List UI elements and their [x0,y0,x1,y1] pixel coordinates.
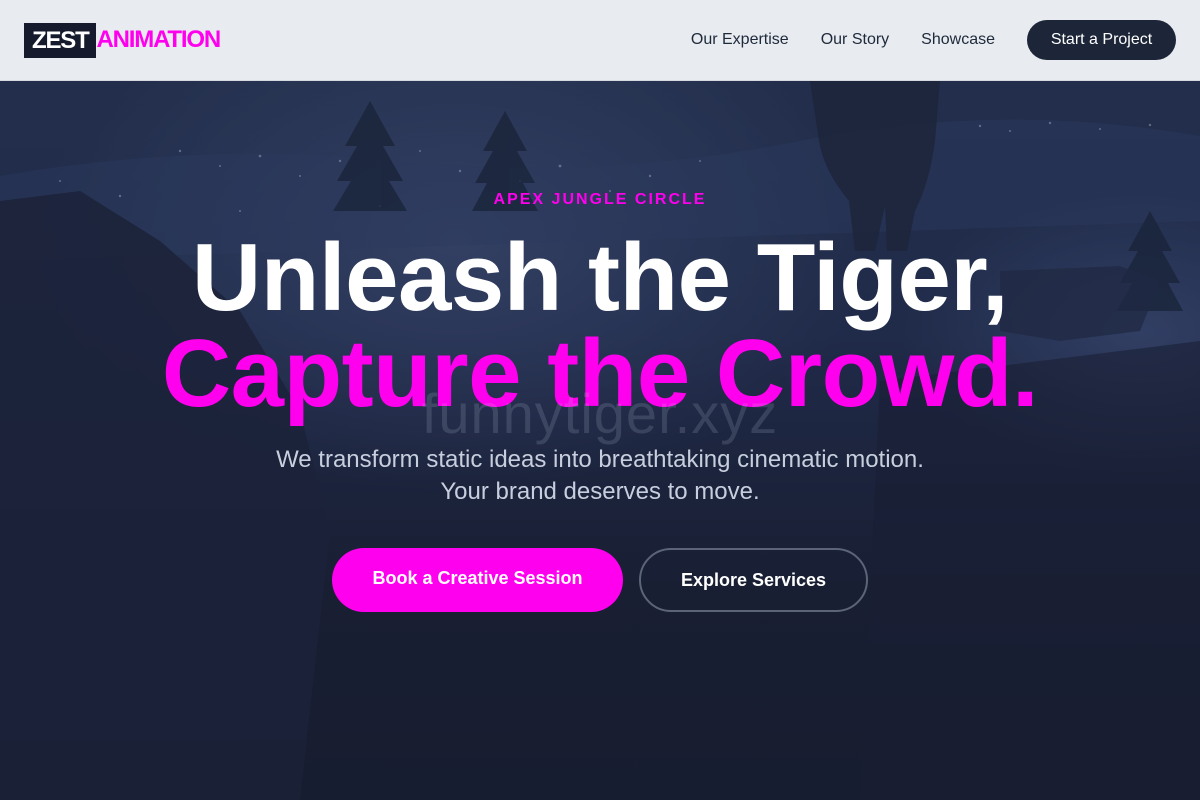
watermark-text: funnytiger.xyz [421,382,779,445]
hero-subtext: We transform static ideas into breathtak… [0,444,1200,508]
nav-link-story[interactable]: Our Story [821,31,889,49]
hero-subtext-line1: We transform static ideas into breathtak… [276,446,924,473]
hero-content: funnytiger.xyz APEX JUNGLE CIRCLE Unleas… [0,81,1200,800]
logo-accent: ANIMATION [96,26,222,53]
hero-buttons: Book a Creative Session Explore Services [0,548,1200,612]
hero-eyebrow: APEX JUNGLE CIRCLE [493,191,707,208]
hero-headline-line1: Unleash the Tiger, [191,224,1009,331]
hero-section: funnytiger.xyz APEX JUNGLE CIRCLE Unleas… [0,81,1200,800]
logo-main: ZEST [24,22,96,58]
site-header: ZEST ANIMATION Our Expertise Our Story S… [0,0,1200,81]
logo[interactable]: ZEST ANIMATION [24,22,222,58]
hero-subtext-line2: Your brand deserves to move. [440,478,760,505]
explore-services-button[interactable]: Explore Services [639,548,868,612]
nav-link-showcase[interactable]: Showcase [921,31,995,49]
main-nav: Our Expertise Our Story Showcase Start a… [691,20,1176,60]
book-session-button[interactable]: Book a Creative Session [332,548,623,612]
nav-link-expertise[interactable]: Our Expertise [691,31,789,49]
start-project-button[interactable]: Start a Project [1027,20,1176,60]
